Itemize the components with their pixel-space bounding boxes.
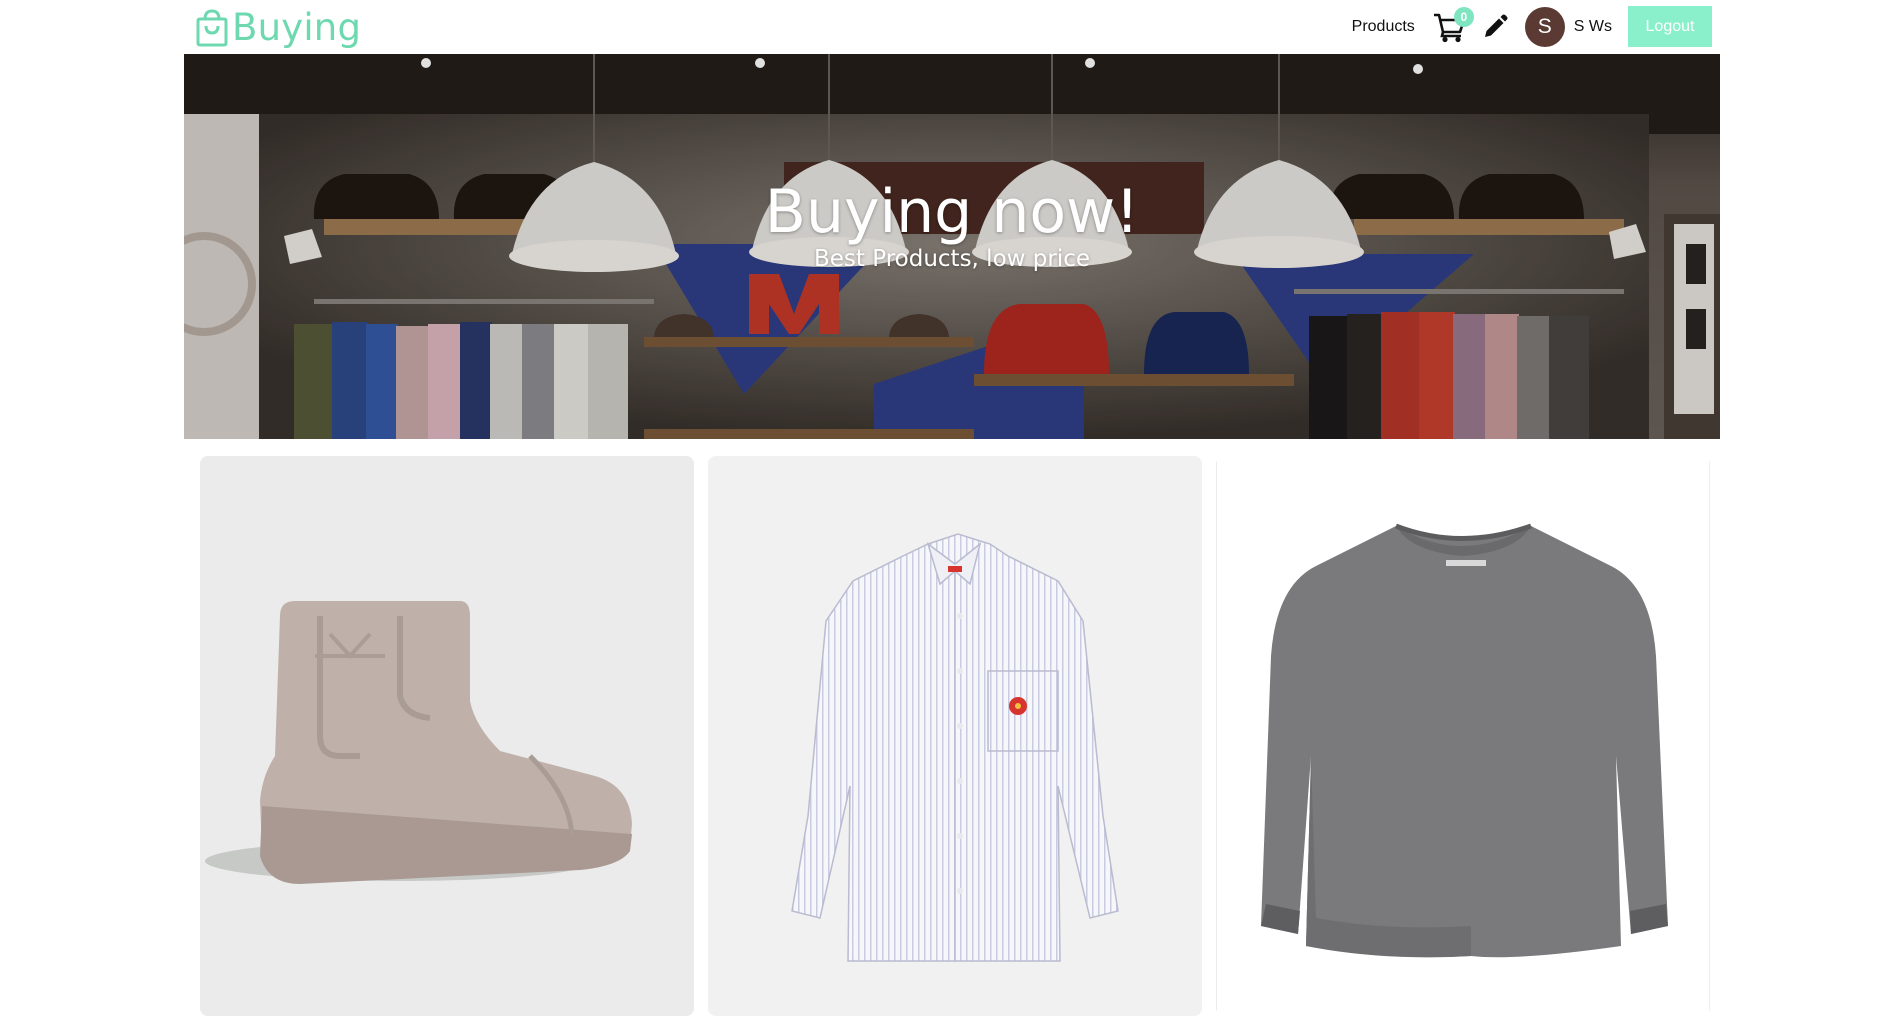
product-image-sweater: [1216, 456, 1710, 1016]
nav-products-link[interactable]: Products: [1352, 18, 1415, 36]
product-card[interactable]: [1216, 456, 1710, 1016]
brand-name: Buying: [232, 6, 362, 49]
nav-menu: Products 0 S S Ws Logout: [1352, 6, 1712, 47]
product-card[interactable]: [708, 456, 1202, 1016]
user-name: S Ws: [1573, 17, 1612, 35]
product-image-boot: [200, 456, 694, 1016]
cart-count-badge: 0: [1453, 6, 1474, 27]
product-image-shirt: [708, 456, 1202, 1016]
cart-button[interactable]: 0: [1433, 6, 1474, 43]
shopping-bag-icon: [196, 9, 228, 47]
pencil-icon[interactable]: [1481, 13, 1509, 41]
hero-subtitle: Best Products, low price: [814, 246, 1090, 272]
product-card[interactable]: [200, 456, 694, 1016]
page-container: Buying Products 0 S S Ws Logout Buying n…: [184, 0, 1720, 1016]
user-avatar[interactable]: S: [1524, 6, 1565, 47]
top-navbar: Buying Products 0 S S Ws Logout: [184, 0, 1720, 54]
hero-banner: Buying now! Best Products, low price: [184, 54, 1720, 439]
hero-title: Buying now!: [764, 177, 1140, 247]
brand-logo[interactable]: Buying: [194, 6, 361, 50]
logout-button[interactable]: Logout: [1628, 6, 1712, 47]
